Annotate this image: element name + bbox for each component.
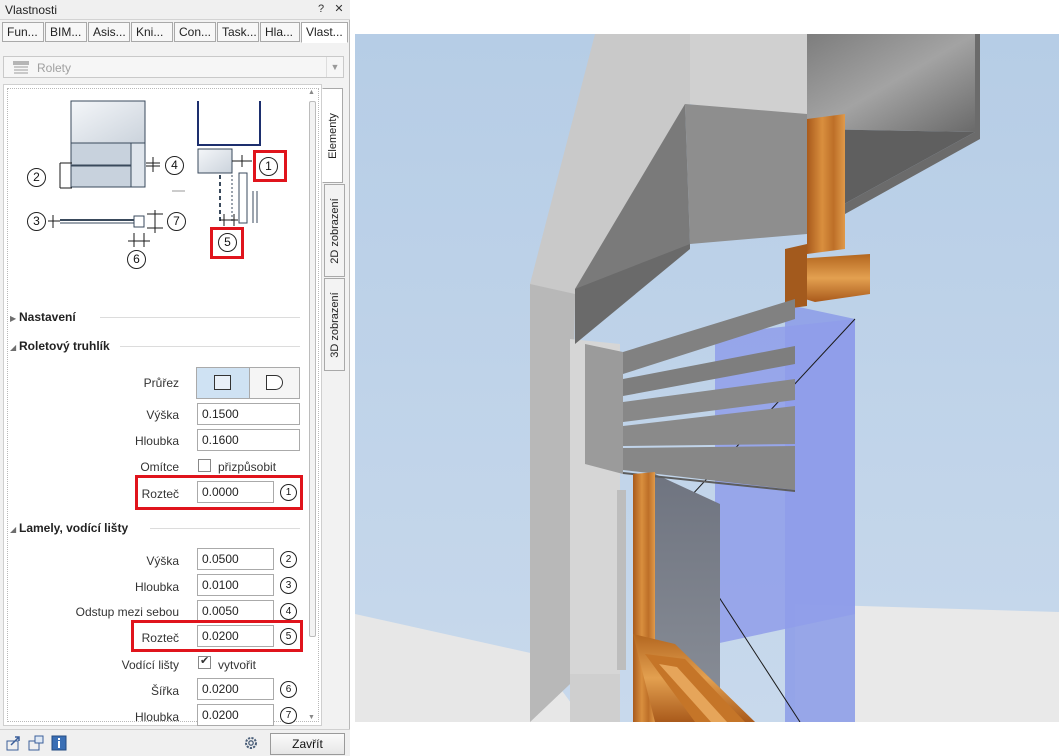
close-button[interactable]: Zavřít: [270, 733, 345, 755]
tab-vlastnosti[interactable]: Vlast...: [301, 22, 348, 43]
checkbox-prizpusobit-label: přizpůsobit: [218, 460, 277, 474]
input-lamely-roztec[interactable]: 0.0200: [197, 625, 274, 647]
help-button[interactable]: ?: [313, 2, 329, 17]
side-tab-label: 2D zobrazení: [328, 197, 341, 264]
diagram-marker-6: 6: [127, 250, 146, 269]
title-bar: Vlastnosti ? ✕: [0, 0, 350, 20]
marker-5: 5: [280, 628, 297, 645]
input-lamely-vyska[interactable]: 0.0500: [197, 548, 274, 570]
marker-2: 2: [280, 551, 297, 568]
diagram-marker-2: 2: [27, 168, 46, 187]
diagram-marker-4: 4: [165, 156, 184, 175]
divider: [120, 346, 300, 347]
square-icon: [214, 375, 231, 390]
label-roztec: Rozteč: [141, 487, 179, 501]
checkbox-prizpusobit[interactable]: [198, 459, 211, 472]
gear-icon[interactable]: [243, 735, 259, 751]
label-hloubka: Hloubka: [134, 434, 179, 448]
divider: [100, 317, 300, 318]
label-sirka: Šířka: [150, 684, 179, 698]
shutter-icon: [13, 61, 29, 74]
dimension-diagram: [48, 100, 261, 247]
marker-4: 4: [280, 603, 297, 620]
marker-6: 6: [280, 681, 297, 698]
export-icon[interactable]: [6, 735, 22, 751]
scroll-up-icon[interactable]: ▲: [308, 89, 315, 96]
section-title: Roletový truhlík: [19, 339, 110, 353]
chevron-down-icon[interactable]: ▼: [326, 57, 343, 77]
marker-1: 1: [280, 484, 297, 501]
info-icon[interactable]: [51, 735, 67, 751]
side-tab-elementy[interactable]: Elementy: [322, 88, 343, 183]
input-hloubka[interactable]: 0.1600: [197, 429, 300, 451]
input-lamely-hloubka[interactable]: 0.0100: [197, 574, 274, 596]
label-vodici-listy: Vodící lišty: [121, 658, 179, 672]
tab-bim[interactable]: BIM...: [45, 22, 87, 42]
tab-asis[interactable]: Asis...: [88, 22, 130, 42]
side-tab-label: Elementy: [326, 112, 339, 159]
import-icon[interactable]: [28, 735, 44, 751]
label-prurez: Průřez: [143, 376, 179, 390]
label-lamely-hloubka: Hloubka: [134, 580, 179, 594]
diagram-marker-7: 7: [167, 212, 186, 231]
label-lamely-roztec: Rozteč: [141, 631, 179, 645]
rounded-icon: [266, 375, 283, 390]
object-type-dropdown[interactable]: Rolety ▼: [3, 56, 344, 78]
3d-viewport[interactable]: [355, 34, 1059, 722]
side-tab-3d[interactable]: 3D zobrazení: [324, 278, 345, 371]
tab-kni[interactable]: Kni...: [131, 22, 173, 42]
vertical-scrollbar[interactable]: ▲ ▼: [307, 89, 318, 721]
scroll-down-icon[interactable]: ▼: [308, 714, 315, 721]
tab-hla[interactable]: Hla...: [260, 22, 300, 42]
marker-7: 7: [280, 707, 297, 724]
label-lamely-vyska: Výška: [146, 554, 179, 568]
input-lamely-hloubka-2[interactable]: 0.0200: [197, 704, 274, 726]
input-vyska[interactable]: 0.1500: [197, 403, 300, 425]
dropdown-value: Rolety: [37, 61, 72, 75]
side-tab-label: 3D zobrazení: [328, 291, 341, 358]
label-omitce: Omítce: [140, 460, 179, 474]
tab-strip: Fun... BIM... Asis... Kni... Con... Task…: [2, 22, 348, 44]
input-roztec-truhlik[interactable]: 0.0000: [197, 481, 274, 503]
properties-panel: Vlastnosti ? ✕ Fun... BIM... Asis... Kni…: [0, 0, 350, 756]
label-vyska: Výška: [146, 408, 179, 422]
highlight-marker-1: [253, 150, 287, 182]
diagram-marker-3: 3: [27, 212, 46, 231]
square-section-button[interactable]: [197, 368, 250, 398]
section-nastaveni[interactable]: ▶ Nastavení: [10, 310, 76, 324]
rounded-section-button[interactable]: [250, 368, 299, 398]
bottom-toolbar: Zavřít: [0, 729, 350, 756]
checkbox-vytvorit-label: vytvořit: [218, 658, 257, 672]
input-sirka[interactable]: 0.0200: [197, 678, 274, 700]
section-title: Lamely, vodící lišty: [19, 521, 129, 535]
tab-con[interactable]: Con...: [174, 22, 216, 42]
highlight-marker-5: [210, 227, 244, 259]
section-title: Nastavení: [19, 310, 76, 324]
collapse-triangle-icon[interactable]: ◢: [10, 343, 19, 352]
expand-triangle-icon[interactable]: ▶: [10, 314, 19, 323]
input-odstup[interactable]: 0.0050: [197, 600, 274, 622]
tab-task[interactable]: Task...: [217, 22, 259, 42]
window-title: Vlastnosti: [5, 3, 58, 17]
section-roletovy-truhlik[interactable]: ◢ Roletový truhlík: [10, 339, 110, 353]
checkbox-vytvorit[interactable]: [198, 654, 211, 669]
label-odstup: Odstup mezi sebou: [75, 605, 179, 619]
divider: [150, 528, 300, 529]
cross-section-toggle[interactable]: [196, 367, 300, 399]
collapse-triangle-icon[interactable]: ◢: [10, 525, 19, 534]
close-window-button[interactable]: ✕: [331, 2, 347, 17]
side-tab-2d[interactable]: 2D zobrazení: [324, 184, 345, 277]
label-lamely-hloubka-2: Hloubka: [134, 710, 179, 724]
scroll-thumb[interactable]: [309, 101, 316, 637]
section-lamely[interactable]: ◢ Lamely, vodící lišty: [10, 521, 128, 535]
marker-3: 3: [280, 577, 297, 594]
tab-fun[interactable]: Fun...: [2, 22, 44, 42]
